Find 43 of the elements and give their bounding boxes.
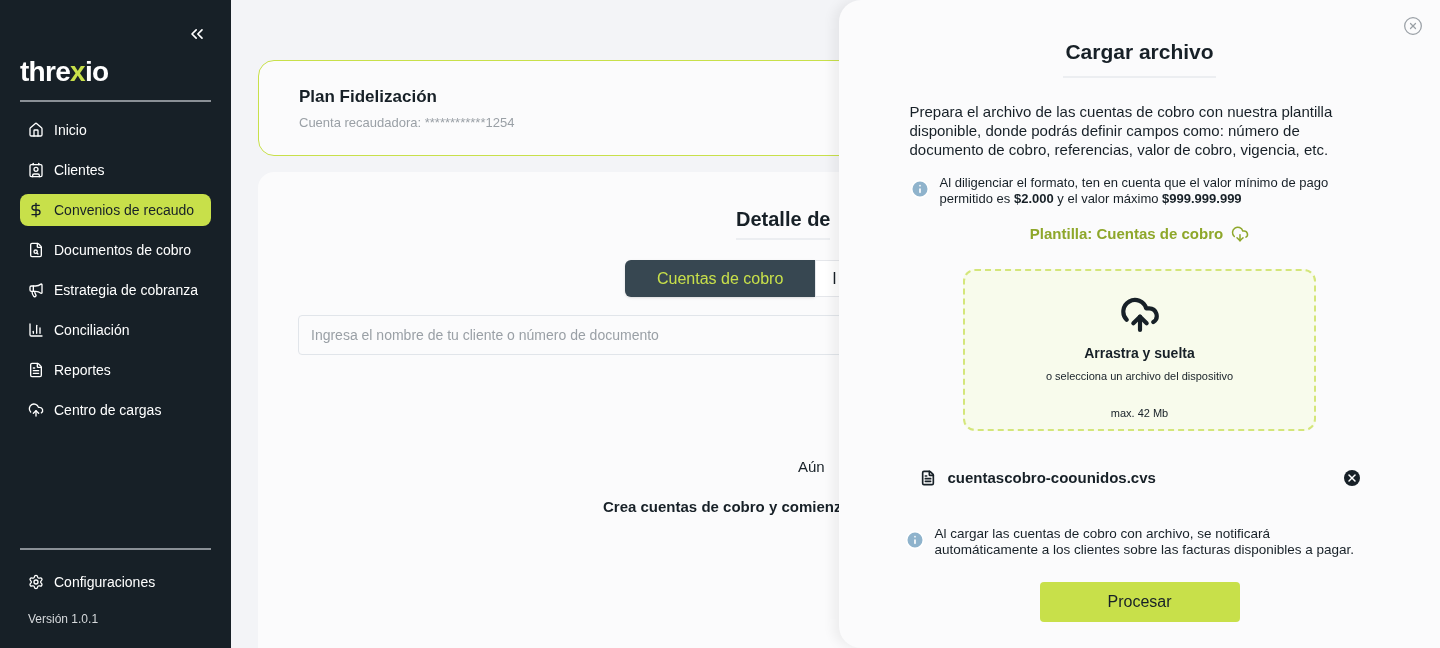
nav-item[interactable]: Reportes xyxy=(20,354,211,386)
note-text: Al diligenciar el formato, ten en cuenta que el valor mínimo de pago permitido es $2.000 y el valor máximo $999.999.999 xyxy=(939,174,1330,207)
nav-item[interactable]: Inicio xyxy=(20,114,211,146)
info-icon xyxy=(904,529,925,550)
document-icon xyxy=(919,470,936,487)
logo: threxio xyxy=(20,56,109,88)
document-search-icon xyxy=(28,242,44,258)
nav-item[interactable]: Documentos de cobro xyxy=(20,234,211,266)
house-icon xyxy=(28,122,44,138)
document-icon xyxy=(28,362,44,378)
footer-note: Al cargar las cuentas de cobro con archivo, se notificará automáticamente a los clientes sobre las facturas disponibles a pagar. xyxy=(934,525,1355,558)
cloud-upload-icon xyxy=(1119,295,1160,335)
account-text: Cuenta recaudadora: ************1254 xyxy=(299,114,515,132)
info-icon xyxy=(909,178,930,199)
settings-icon xyxy=(28,574,44,590)
tab[interactable]: Cuentas de cobro xyxy=(625,260,816,297)
bar-chart-icon xyxy=(28,322,44,338)
size-limit: max. 42 Mb xyxy=(1110,405,1169,421)
empty-text: Crea cuentas de cobro y comienz xyxy=(603,498,842,515)
dropzone-subtitle: o selecciona un archivo del dispositivo xyxy=(1045,369,1234,384)
intro-text: Prepara el archivo de las cuentas de cobro con nuestra plantilla disponible, donde podrás definir campos como: número de documento de cobro, referencias, valor de cobro, vigencia, etc. xyxy=(909,101,1334,159)
megaphone-icon xyxy=(28,282,44,298)
process-button[interactable]: Procesar xyxy=(1039,581,1240,622)
dropzone[interactable]: Arrastra y suelta o selecciona un archivo del dispositivo max. 42 Mb xyxy=(963,269,1316,431)
cloud-download-icon xyxy=(1231,224,1250,243)
plan-title: Plan Fidelización xyxy=(299,85,438,108)
dollar-icon xyxy=(28,202,44,218)
nav-item[interactable]: Clientes xyxy=(20,154,211,186)
nav-item[interactable]: Estrategia de cobranza xyxy=(20,274,211,306)
contact-book-icon xyxy=(28,162,44,178)
drawer-title: Cargar archivo xyxy=(1063,36,1216,78)
settings-item[interactable]: Configuraciones xyxy=(20,566,211,598)
version-text: Versión 1.0.1 xyxy=(27,611,100,628)
nav-item[interactable]: Conciliación xyxy=(20,314,211,346)
cloud-upload-icon xyxy=(28,402,44,418)
empty-title: Aún xyxy=(798,458,825,475)
remove-file-icon[interactable] xyxy=(1343,470,1360,487)
nav-item[interactable]: Centro de cargas xyxy=(20,394,211,426)
nav-item[interactable]: Convenios de recaudo xyxy=(20,194,211,226)
file-name: cuentascobro-coounidos.cvs xyxy=(947,468,1156,488)
close-icon[interactable] xyxy=(1403,16,1423,36)
dropzone-title: Arrastra y suelta xyxy=(1084,344,1195,363)
detail-title: Detalle de xyxy=(736,204,831,240)
